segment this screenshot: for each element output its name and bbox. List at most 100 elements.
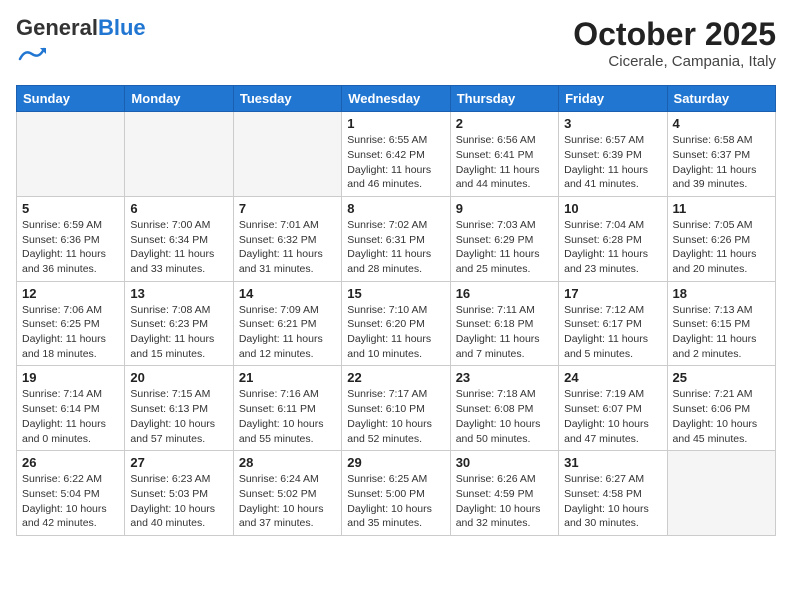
calendar-cell: 20Sunrise: 7:15 AM Sunset: 6:13 PM Dayli…	[125, 366, 233, 451]
day-info: Sunrise: 7:18 AM Sunset: 6:08 PM Dayligh…	[456, 387, 553, 446]
calendar-cell: 13 Sunrise: 7:08 AM Sunset: 6:23 PM Dayli…	[125, 281, 233, 366]
day-info: Sunrise: 7:11 AM Sunset: 6:18 PM Dayligh…	[456, 303, 553, 362]
logo-icon	[18, 40, 46, 68]
calendar-cell: 12 Sunrise: 7:06 AM Sunset: 6:25 PM Dayli…	[17, 281, 125, 366]
calendar-cell: 24Sunrise: 7:19 AM Sunset: 6:07 PM Dayli…	[559, 366, 667, 451]
day-info: Sunrise: 7:14 AM Sunset: 6:14 PM Dayligh…	[22, 387, 119, 446]
day-number: 16	[456, 286, 553, 301]
calendar-cell: 19 Sunrise: 7:14 AM Sunset: 6:14 PM Dayli…	[17, 366, 125, 451]
day-number: 12	[22, 286, 119, 301]
day-info: Sunrise: 6:25 AM Sunset: 5:00 PM Dayligh…	[347, 472, 444, 531]
calendar-cell: 25 Sunrise: 7:21 AM Sunset: 6:06 PM Dayli…	[667, 366, 775, 451]
calendar-cell: 14 Sunrise: 7:09 AM Sunset: 6:21 PM Dayli…	[233, 281, 341, 366]
calendar-cell: 2 Sunrise: 6:56 AM Sunset: 6:41 PM Daylig…	[450, 112, 558, 197]
weekday-header-monday: Monday	[125, 86, 233, 112]
logo-blue: Blue	[98, 15, 146, 40]
logo-text: GeneralBlue	[16, 16, 146, 40]
day-info: Sunrise: 7:09 AM Sunset: 6:21 PM Dayligh…	[239, 303, 336, 362]
week-row-3: 12 Sunrise: 7:06 AM Sunset: 6:25 PM Dayli…	[17, 281, 776, 366]
calendar-cell: 18 Sunrise: 7:13 AM Sunset: 6:15 PM Dayli…	[667, 281, 775, 366]
title-block: October 2025 Cicerale, Campania, Italy	[573, 16, 776, 70]
day-number: 7	[239, 201, 336, 216]
day-number: 25	[673, 370, 770, 385]
logo: GeneralBlue	[16, 16, 146, 73]
day-number: 22	[347, 370, 444, 385]
calendar-cell: 26 Sunrise: 6:22 AM Sunset: 5:04 PM Dayli…	[17, 451, 125, 536]
day-number: 3	[564, 116, 661, 131]
calendar-cell: 10Sunrise: 7:04 AM Sunset: 6:28 PM Dayli…	[559, 196, 667, 281]
page-header: GeneralBlue October 2025 Cicerale, Campa…	[16, 16, 776, 73]
day-number: 2	[456, 116, 553, 131]
day-info: Sunrise: 7:01 AM Sunset: 6:32 PM Dayligh…	[239, 218, 336, 277]
day-number: 4	[673, 116, 770, 131]
calendar-cell: 8 Sunrise: 7:02 AM Sunset: 6:31 PM Daylig…	[342, 196, 450, 281]
day-number: 18	[673, 286, 770, 301]
day-info: Sunrise: 7:08 AM Sunset: 6:23 PM Dayligh…	[130, 303, 227, 362]
week-row-5: 26 Sunrise: 6:22 AM Sunset: 5:04 PM Dayli…	[17, 451, 776, 536]
calendar-cell: 17 Sunrise: 7:12 AM Sunset: 6:17 PM Dayli…	[559, 281, 667, 366]
day-number: 29	[347, 455, 444, 470]
calendar-cell: 23Sunrise: 7:18 AM Sunset: 6:08 PM Dayli…	[450, 366, 558, 451]
calendar-cell: 15Sunrise: 7:10 AM Sunset: 6:20 PM Dayli…	[342, 281, 450, 366]
day-info: Sunrise: 7:12 AM Sunset: 6:17 PM Dayligh…	[564, 303, 661, 362]
day-info: Sunrise: 6:22 AM Sunset: 5:04 PM Dayligh…	[22, 472, 119, 531]
weekday-header-thursday: Thursday	[450, 86, 558, 112]
calendar-cell: 21 Sunrise: 7:16 AM Sunset: 6:11 PM Dayli…	[233, 366, 341, 451]
day-info: Sunrise: 6:27 AM Sunset: 4:58 PM Dayligh…	[564, 472, 661, 531]
day-number: 21	[239, 370, 336, 385]
day-number: 27	[130, 455, 227, 470]
calendar-cell: 5 Sunrise: 6:59 AM Sunset: 6:36 PM Daylig…	[17, 196, 125, 281]
day-info: Sunrise: 7:06 AM Sunset: 6:25 PM Dayligh…	[22, 303, 119, 362]
calendar-cell: 27 Sunrise: 6:23 AM Sunset: 5:03 PM Dayli…	[125, 451, 233, 536]
week-row-4: 19 Sunrise: 7:14 AM Sunset: 6:14 PM Dayli…	[17, 366, 776, 451]
day-number: 9	[456, 201, 553, 216]
day-number: 17	[564, 286, 661, 301]
day-info: Sunrise: 7:04 AM Sunset: 6:28 PM Dayligh…	[564, 218, 661, 277]
day-number: 20	[130, 370, 227, 385]
calendar-table: SundayMondayTuesdayWednesdayThursdayFrid…	[16, 85, 776, 536]
calendar-cell: 31Sunrise: 6:27 AM Sunset: 4:58 PM Dayli…	[559, 451, 667, 536]
location: Cicerale, Campania, Italy	[573, 53, 776, 70]
day-info: Sunrise: 7:02 AM Sunset: 6:31 PM Dayligh…	[347, 218, 444, 277]
day-number: 24	[564, 370, 661, 385]
day-info: Sunrise: 7:16 AM Sunset: 6:11 PM Dayligh…	[239, 387, 336, 446]
week-row-2: 5 Sunrise: 6:59 AM Sunset: 6:36 PM Daylig…	[17, 196, 776, 281]
day-info: Sunrise: 7:03 AM Sunset: 6:29 PM Dayligh…	[456, 218, 553, 277]
day-number: 5	[22, 201, 119, 216]
day-number: 19	[22, 370, 119, 385]
day-info: Sunrise: 7:00 AM Sunset: 6:34 PM Dayligh…	[130, 218, 227, 277]
weekday-header-friday: Friday	[559, 86, 667, 112]
calendar-cell: 22Sunrise: 7:17 AM Sunset: 6:10 PM Dayli…	[342, 366, 450, 451]
calendar-cell: 30 Sunrise: 6:26 AM Sunset: 4:59 PM Dayli…	[450, 451, 558, 536]
day-number: 14	[239, 286, 336, 301]
calendar-cell: 6 Sunrise: 7:00 AM Sunset: 6:34 PM Daylig…	[125, 196, 233, 281]
day-number: 11	[673, 201, 770, 216]
day-number: 13	[130, 286, 227, 301]
day-number: 8	[347, 201, 444, 216]
weekday-header-sunday: Sunday	[17, 86, 125, 112]
day-info: Sunrise: 6:57 AM Sunset: 6:39 PM Dayligh…	[564, 133, 661, 192]
day-number: 28	[239, 455, 336, 470]
day-info: Sunrise: 6:56 AM Sunset: 6:41 PM Dayligh…	[456, 133, 553, 192]
day-info: Sunrise: 6:23 AM Sunset: 5:03 PM Dayligh…	[130, 472, 227, 531]
calendar-cell: 7 Sunrise: 7:01 AM Sunset: 6:32 PM Daylig…	[233, 196, 341, 281]
calendar-cell: 1Sunrise: 6:55 AM Sunset: 6:42 PM Daylig…	[342, 112, 450, 197]
calendar-cell: 11 Sunrise: 7:05 AM Sunset: 6:26 PM Dayli…	[667, 196, 775, 281]
calendar-cell	[233, 112, 341, 197]
weekday-header-saturday: Saturday	[667, 86, 775, 112]
day-number: 30	[456, 455, 553, 470]
day-number: 15	[347, 286, 444, 301]
weekday-header-wednesday: Wednesday	[342, 86, 450, 112]
day-info: Sunrise: 6:59 AM Sunset: 6:36 PM Dayligh…	[22, 218, 119, 277]
day-info: Sunrise: 6:58 AM Sunset: 6:37 PM Dayligh…	[673, 133, 770, 192]
day-number: 6	[130, 201, 227, 216]
day-info: Sunrise: 7:13 AM Sunset: 6:15 PM Dayligh…	[673, 303, 770, 362]
day-info: Sunrise: 7:05 AM Sunset: 6:26 PM Dayligh…	[673, 218, 770, 277]
calendar-cell: 29 Sunrise: 6:25 AM Sunset: 5:00 PM Dayli…	[342, 451, 450, 536]
week-row-1: 1Sunrise: 6:55 AM Sunset: 6:42 PM Daylig…	[17, 112, 776, 197]
day-info: Sunrise: 7:21 AM Sunset: 6:06 PM Dayligh…	[673, 387, 770, 446]
day-number: 26	[22, 455, 119, 470]
day-info: Sunrise: 6:55 AM Sunset: 6:42 PM Dayligh…	[347, 133, 444, 192]
day-info: Sunrise: 6:26 AM Sunset: 4:59 PM Dayligh…	[456, 472, 553, 531]
calendar-cell: 9 Sunrise: 7:03 AM Sunset: 6:29 PM Daylig…	[450, 196, 558, 281]
